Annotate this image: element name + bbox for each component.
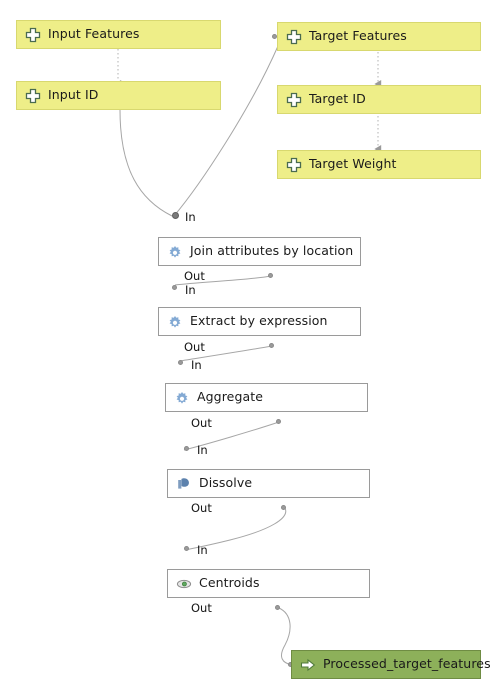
node-label: Centroids bbox=[199, 575, 260, 591]
node-target-id[interactable]: Target ID bbox=[277, 85, 481, 114]
dissolve-out-label: Out bbox=[191, 501, 212, 515]
extract-out-label: Out bbox=[184, 340, 205, 354]
extract-in-port[interactable] bbox=[172, 285, 177, 290]
output-arrow-icon bbox=[300, 658, 316, 671]
node-label: Join attributes by location bbox=[190, 243, 354, 259]
aggregate-in-port[interactable] bbox=[178, 360, 183, 365]
centroids-out-port[interactable] bbox=[275, 605, 280, 610]
centroids-in-port[interactable] bbox=[184, 546, 189, 551]
aggregate-in-label: In bbox=[191, 358, 202, 372]
node-label: Input Features bbox=[48, 26, 140, 42]
dissolve-out-port[interactable] bbox=[281, 505, 286, 510]
node-input-id[interactable]: Input ID bbox=[16, 81, 221, 110]
dissolve-in-label: In bbox=[197, 443, 208, 457]
join-in-port[interactable] bbox=[172, 212, 179, 219]
node-dissolve[interactable]: Dissolve bbox=[167, 469, 370, 498]
node-label: Target ID bbox=[309, 91, 366, 107]
parameter-plus-icon bbox=[286, 29, 302, 44]
join-out-port[interactable] bbox=[268, 273, 273, 278]
node-processed-target-features[interactable]: Processed_target_features bbox=[291, 650, 491, 679]
node-label: Target Weight bbox=[309, 156, 397, 172]
join-out-label: Out bbox=[184, 269, 205, 283]
node-extract-by-expression[interactable]: Extract by expression bbox=[158, 307, 361, 336]
gear-icon bbox=[169, 315, 181, 328]
dissolve-icon bbox=[178, 477, 189, 489]
extract-out-port[interactable] bbox=[269, 343, 274, 348]
join-in-label: In bbox=[185, 210, 196, 224]
node-label: Dissolve bbox=[199, 475, 253, 491]
centroid-icon bbox=[176, 579, 192, 588]
gear-icon bbox=[176, 391, 188, 404]
dissolve-in-port[interactable] bbox=[184, 446, 189, 451]
node-label: Processed_target_features bbox=[323, 656, 491, 672]
node-input-features[interactable]: Input Features bbox=[16, 20, 221, 49]
parameter-plus-icon bbox=[286, 157, 302, 172]
aggregate-out-port[interactable] bbox=[276, 419, 281, 424]
parameter-plus-icon bbox=[286, 92, 302, 107]
aggregate-out-label: Out bbox=[191, 416, 212, 430]
target-features-in-port[interactable] bbox=[272, 34, 277, 39]
node-join-attributes-by-location[interactable]: Join attributes by location bbox=[158, 237, 361, 266]
centroids-out-label: Out bbox=[191, 601, 212, 615]
parameter-plus-icon bbox=[25, 27, 41, 42]
centroids-in-label: In bbox=[197, 543, 208, 557]
node-label: Input ID bbox=[48, 87, 99, 103]
parameter-plus-icon bbox=[25, 88, 41, 103]
node-label: Extract by expression bbox=[190, 313, 328, 329]
node-target-features[interactable]: Target Features bbox=[277, 22, 481, 51]
gear-icon bbox=[169, 245, 181, 258]
model-designer-canvas[interactable]: Input Features Input ID Target Features … bbox=[0, 0, 501, 690]
node-target-weight[interactable]: Target Weight bbox=[277, 150, 481, 179]
extract-in-label: In bbox=[185, 283, 196, 297]
node-label: Aggregate bbox=[197, 389, 264, 405]
node-centroids[interactable]: Centroids bbox=[167, 569, 370, 598]
node-label: Target Features bbox=[309, 28, 407, 44]
node-aggregate[interactable]: Aggregate bbox=[165, 383, 368, 412]
